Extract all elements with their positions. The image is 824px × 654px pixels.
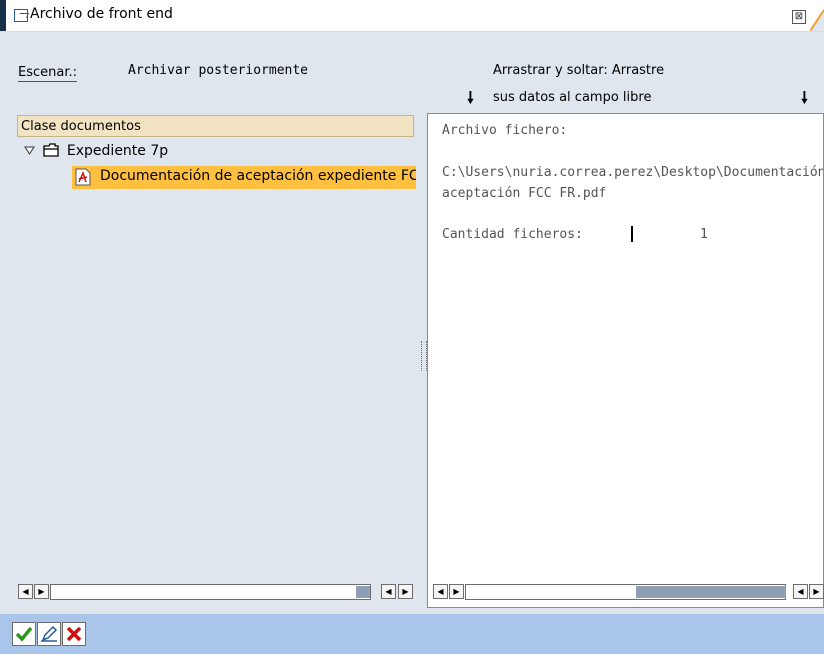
- file-info-panel: Archivo fichero: C:\Users\nuria.correa.p…: [427, 113, 824, 608]
- tree-folder-label: Expediente 7p: [66, 143, 169, 159]
- titlebar-accent: [0, 0, 6, 31]
- text-cursor: [631, 226, 633, 242]
- drag-drop-hint-line2: sus datos al campo libre: [493, 90, 652, 105]
- title-strip: [0, 32, 824, 41]
- tree-document-row[interactable]: Documentación de aceptación expediente F…: [72, 166, 416, 189]
- scroll-right-icon[interactable]: ▶: [449, 584, 464, 599]
- scenario-label: Escenar.:: [18, 65, 78, 82]
- window-icon: [14, 9, 28, 22]
- scroll-thumb[interactable]: [636, 586, 786, 598]
- file-path-line1: C:\Users\nuria.correa.perez\Desktop\Docu…: [442, 165, 824, 180]
- drag-drop-hint-line1: Arrastrar y soltar: Arrastre: [493, 63, 665, 78]
- arrow-down-icon: 🠗: [467, 88, 474, 107]
- scroll-left-icon[interactable]: ◀: [18, 584, 33, 599]
- folder-icon: [43, 143, 60, 157]
- pdf-icon: [75, 168, 91, 186]
- scroll-left-icon[interactable]: ◀: [433, 584, 448, 599]
- scroll-right-icon[interactable]: ▶: [398, 584, 413, 599]
- window-titlebar: Archivo de front end ⊠: [0, 0, 824, 32]
- left-horizontal-scrollbar[interactable]: [50, 584, 371, 600]
- bottom-toolbar: [0, 614, 824, 654]
- file-path-line2: aceptación FCC FR.pdf: [442, 186, 607, 201]
- edit-icon: [41, 625, 58, 642]
- scroll-thumb[interactable]: [356, 586, 370, 598]
- scroll-right-icon[interactable]: ▶: [809, 584, 824, 599]
- collapse-triangle-icon[interactable]: [24, 146, 35, 156]
- titlebar-corner: [810, 9, 824, 31]
- file-count-value: 1: [700, 227, 708, 242]
- cancel-icon: [66, 626, 82, 642]
- edit-button[interactable]: [37, 622, 61, 646]
- scroll-left-icon[interactable]: ◀: [793, 584, 808, 599]
- window-title: Archivo de front end: [30, 6, 173, 22]
- confirm-button[interactable]: [12, 622, 36, 646]
- cancel-button[interactable]: [62, 622, 86, 646]
- file-count-label: Cantidad ficheros:: [442, 227, 583, 242]
- scroll-right-icon[interactable]: ▶: [34, 584, 49, 599]
- tree-header: Clase documentos: [17, 115, 414, 137]
- right-horizontal-scrollbar[interactable]: [465, 584, 786, 600]
- arrow-down-icon: 🠗: [801, 88, 808, 107]
- tree-document-label: Documentación de aceptación expediente F…: [100, 168, 416, 184]
- file-label: Archivo fichero:: [442, 123, 568, 138]
- close-icon[interactable]: ⊠: [792, 10, 806, 24]
- check-icon: [15, 626, 33, 642]
- scroll-left-icon[interactable]: ◀: [381, 584, 396, 599]
- tree-folder-row[interactable]: Expediente 7p: [24, 143, 168, 159]
- dialog-body: Escenar.: Archivar posteriormente Arrast…: [0, 41, 824, 614]
- document-class-tree: Clase documentos Expediente 7p Documenta…: [17, 115, 416, 608]
- scenario-value: Archivar posteriormente: [128, 63, 309, 78]
